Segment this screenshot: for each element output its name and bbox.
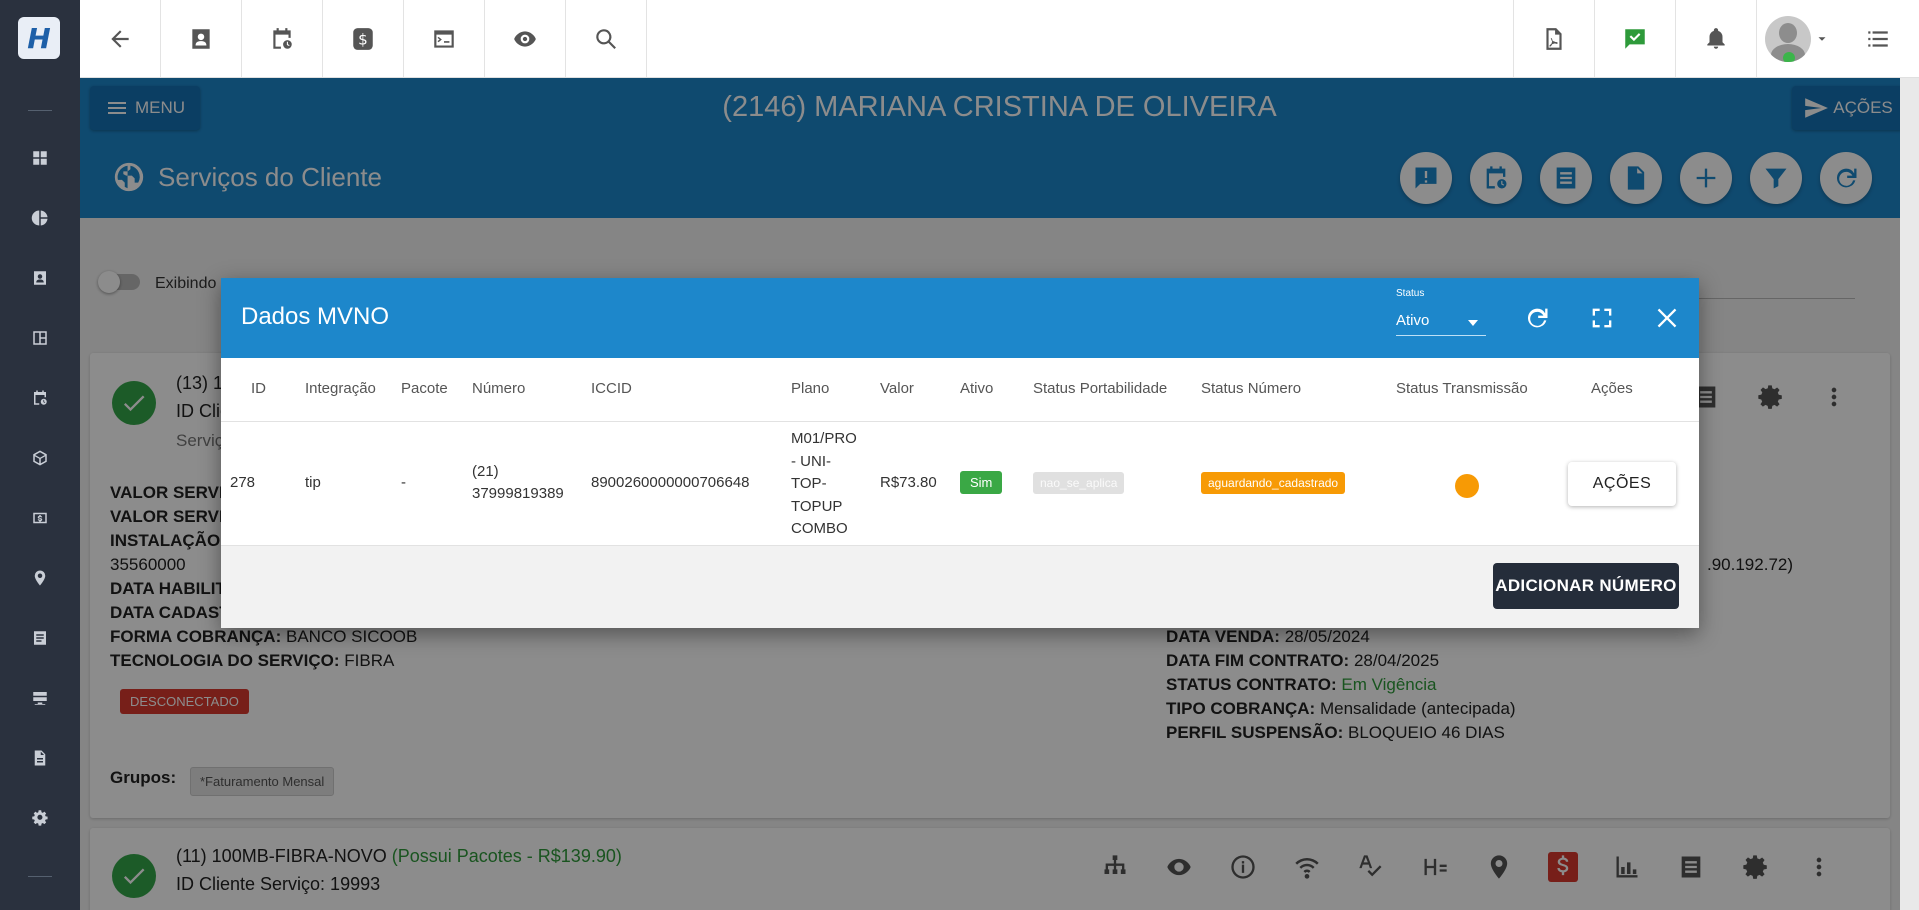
schedule-button[interactable] [242,0,323,77]
transmission-status-dot [1455,474,1479,498]
dollar-icon: $ [353,27,373,50]
messages-button[interactable] [1594,0,1675,77]
cell-valor: R$73.80 [880,474,937,491]
column-header[interactable]: Plano [791,380,829,397]
column-header[interactable]: Pacote [401,380,448,397]
view-button[interactable] [485,0,566,77]
fullscreen-icon [1592,308,1612,328]
svg-text:$: $ [358,30,368,48]
server-icon[interactable] [28,686,52,710]
logo-letter: H [27,21,51,55]
column-header[interactable]: Número [472,380,525,397]
cell-pacote: - [401,474,406,491]
refresh-icon [1527,308,1548,328]
terminal-icon [434,29,454,48]
close-icon [1657,308,1677,328]
avatar [1765,15,1811,62]
column-header[interactable]: Status Transmissão [1396,380,1528,397]
online-status-dot [1783,51,1795,62]
dialog-close-button[interactable] [1651,302,1683,334]
column-header[interactable]: ICCID [591,380,632,397]
mvno-dialog: Dados MVNO Status Ativo ID Integração Pa… [221,278,1699,628]
left-sidebar: H [0,0,80,910]
contact-icon[interactable] [28,266,52,290]
row-actions-button[interactable]: AÇÕES [1568,462,1676,506]
column-header[interactable]: Valor [880,380,914,397]
cell-id: 278 [230,474,256,491]
table-row: 278 tip - (21) 37999819389 8900260000000… [221,422,1699,546]
checked-message-icon [1625,28,1645,49]
calendar-clock-icon [273,27,292,49]
back-arrow-icon [111,29,129,48]
cell-numero: (21) 37999819389 [472,463,564,502]
column-header[interactable]: Status Número [1201,380,1301,397]
column-header[interactable]: Ações [1591,380,1633,397]
pdf-button[interactable] [1513,0,1594,77]
map-pin-icon[interactable] [28,566,52,590]
pie-chart-icon[interactable] [28,206,52,230]
dialog-footer: ADICIONAR NÚMERO [221,546,1699,628]
box-icon[interactable] [28,446,52,470]
money-icon[interactable] [28,506,52,530]
dialog-refresh-button[interactable] [1521,302,1553,334]
calendar-clock-icon[interactable] [28,386,52,410]
board-icon[interactable] [28,326,52,350]
add-number-button[interactable]: ADICIONAR NÚMERO [1493,563,1679,609]
column-header[interactable]: ID [251,380,266,397]
cell-plano: M01/PRO - UNI- TOP- TOPUP COMBO [791,430,857,537]
search-icon [596,28,616,49]
back-button[interactable] [80,0,161,77]
cell-integracao: tip [305,474,321,491]
bell-icon [1707,27,1725,49]
status-select[interactable]: Status Ativo [1396,288,1486,344]
dialog-fullscreen-button[interactable] [1586,302,1618,334]
scrollbar-track[interactable] [1900,78,1919,910]
chevron-down-icon [1818,36,1826,41]
contact-button[interactable] [161,0,242,77]
portabilidade-badge: nao_se_aplica [1033,472,1125,494]
cell-iccid: 8900260000000706648 [591,474,750,491]
column-header[interactable]: Status Portabilidade [1033,380,1167,397]
file-icon[interactable] [28,746,52,770]
sidebar-divider [28,110,52,111]
caret-down-icon [1468,320,1478,326]
eye-icon [514,30,536,47]
dialog-header: Dados MVNO Status Ativo [221,278,1699,358]
dashboard-icon[interactable] [28,146,52,170]
top-toolbar: $ [80,0,1919,78]
column-header[interactable]: Integração [305,380,376,397]
dialog-title: Dados MVNO [241,303,390,330]
ativo-badge: Sim [960,471,1003,494]
numero-status-badge: aguardando_cadastrado [1201,472,1346,494]
contact-card-icon [192,28,210,49]
terminal-button[interactable] [404,0,485,77]
table-header: ID Integração Pacote Número ICCID Plano … [221,358,1699,422]
notifications-button[interactable] [1675,0,1756,77]
pdf-icon [1546,27,1562,50]
document-list-icon[interactable] [28,626,52,650]
user-menu[interactable] [1756,0,1837,77]
status-select-label: Status [1396,288,1425,299]
list-menu-button[interactable] [1837,0,1918,77]
finance-button[interactable]: $ [323,0,404,77]
sidebar-divider [28,876,52,877]
search-button[interactable] [566,0,647,77]
app-logo[interactable]: H [18,17,60,59]
list-menu-icon [1867,30,1888,47]
gear-icon[interactable] [28,806,52,830]
column-header[interactable]: Ativo [960,380,993,397]
